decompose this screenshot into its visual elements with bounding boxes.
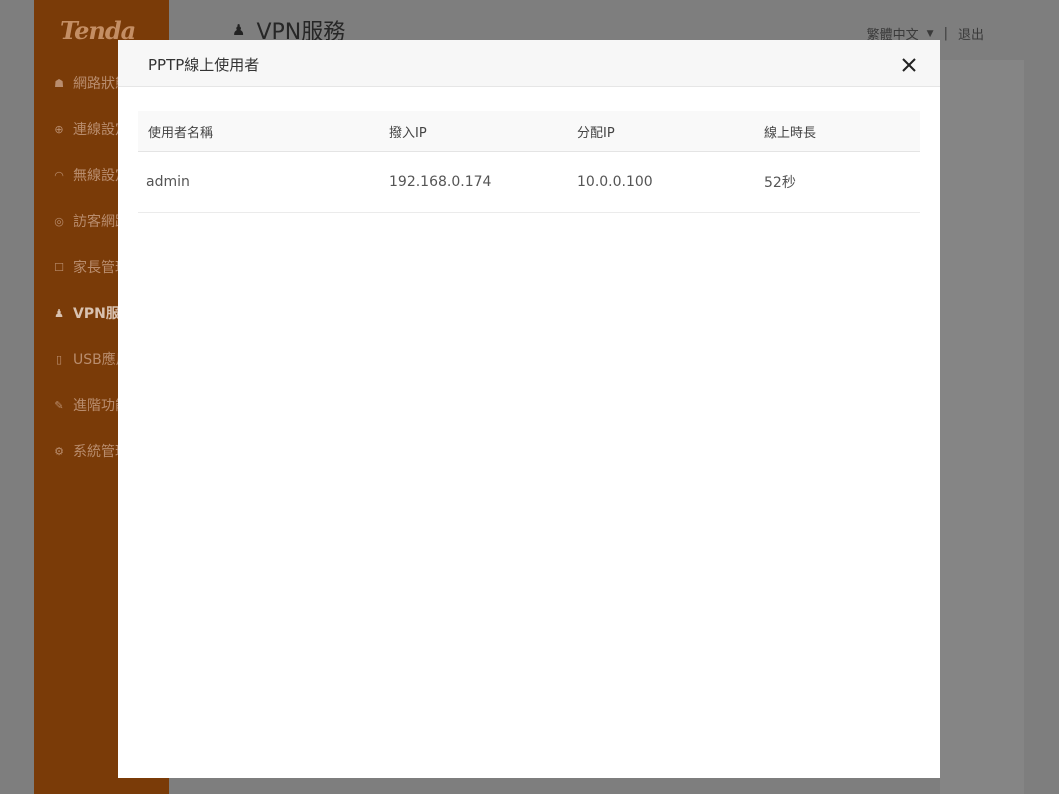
- pptp-online-users-dialog: PPTP線上使用者 使用者名稱 撥入IP 分配IP 線上時長 admin 192…: [118, 40, 940, 778]
- online-users-table: 使用者名稱 撥入IP 分配IP 線上時長 admin 192.168.0.174…: [138, 111, 920, 213]
- gear-icon: ⚙: [54, 444, 64, 458]
- dialog-title: PPTP線上使用者: [148, 56, 260, 74]
- caret-down-icon[interactable]: ▼: [927, 29, 934, 39]
- table-header: 使用者名稱 撥入IP 分配IP 線上時長: [138, 111, 920, 152]
- cell-dial-in-ip: 192.168.0.174: [389, 174, 492, 190]
- wrench-icon: ✎: [54, 398, 64, 412]
- bulb-icon: ◎: [54, 214, 64, 228]
- cell-online-duration: 52秒: [764, 175, 796, 191]
- vpn-icon: ♟: [232, 21, 246, 39]
- cell-assigned-ip: 10.0.0.100: [577, 174, 653, 190]
- parental-icon: ☐: [54, 260, 64, 274]
- router-icon: ☗: [54, 76, 64, 90]
- column-header-username: 使用者名稱: [148, 125, 214, 141]
- column-header-assigned-ip: 分配IP: [577, 125, 615, 141]
- cell-username: admin: [146, 174, 190, 190]
- globe-icon: ⊕: [54, 122, 64, 136]
- usb-icon: ▯: [55, 352, 63, 366]
- vpn-icon: ♟: [54, 306, 64, 320]
- content-card: [940, 60, 1024, 794]
- column-header-online-duration: 線上時長: [764, 125, 817, 141]
- table-row: admin 192.168.0.174 10.0.0.100 52秒: [138, 152, 920, 213]
- wifi-icon: ◠: [54, 168, 64, 182]
- logout-link[interactable]: 退出: [958, 24, 984, 43]
- dialog-header: PPTP線上使用者: [118, 40, 940, 87]
- close-icon[interactable]: [900, 56, 918, 74]
- column-header-dial-in-ip: 撥入IP: [389, 125, 427, 141]
- topbar-separator: |: [943, 26, 948, 41]
